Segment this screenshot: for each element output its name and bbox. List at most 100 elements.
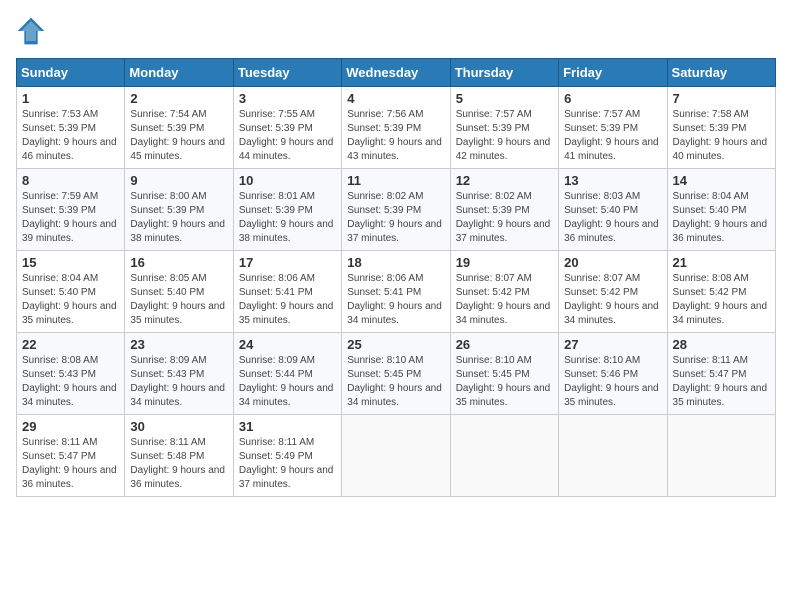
day-number: 22 xyxy=(22,337,119,352)
calendar-cell: 18 Sunrise: 8:06 AMSunset: 5:41 PMDayligh… xyxy=(342,251,450,333)
col-header-tuesday: Tuesday xyxy=(233,59,341,87)
calendar-cell: 3 Sunrise: 7:55 AMSunset: 5:39 PMDaylight… xyxy=(233,87,341,169)
day-number: 8 xyxy=(22,173,119,188)
week-row-1: 1Sunrise: 7:53 AMSunset: 5:39 PMDaylight… xyxy=(17,87,776,169)
calendar-cell: 17 Sunrise: 8:06 AMSunset: 5:41 PMDayligh… xyxy=(233,251,341,333)
logo xyxy=(16,16,50,46)
day-info: Sunrise: 8:10 AMSunset: 5:46 PMDaylight:… xyxy=(564,355,659,408)
calendar-table: SundayMondayTuesdayWednesdayThursdayFrid… xyxy=(16,58,776,497)
day-number: 25 xyxy=(347,337,444,352)
calendar-cell: 2 Sunrise: 7:54 AMSunset: 5:39 PMDaylight… xyxy=(125,87,233,169)
day-info: Sunrise: 8:06 AMSunset: 5:41 PMDaylight:… xyxy=(347,273,442,326)
calendar-cell: 4 Sunrise: 7:56 AMSunset: 5:39 PMDaylight… xyxy=(342,87,450,169)
calendar-cell: 13Sunrise: 8:03 AMSunset: 5:40 PMDayligh… xyxy=(559,169,667,251)
calendar-cell: 6 Sunrise: 7:57 AMSunset: 5:39 PMDaylight… xyxy=(559,87,667,169)
day-info: Sunrise: 8:10 AMSunset: 5:45 PMDaylight:… xyxy=(347,355,442,408)
day-number: 4 xyxy=(347,91,444,106)
calendar-cell xyxy=(559,415,667,497)
day-number: 12 xyxy=(456,173,553,188)
day-number: 21 xyxy=(673,255,770,270)
col-header-friday: Friday xyxy=(559,59,667,87)
day-info: Sunrise: 8:04 AMSunset: 5:40 PMDaylight:… xyxy=(673,191,768,244)
day-number: 17 xyxy=(239,255,336,270)
day-number: 30 xyxy=(130,419,227,434)
day-info: Sunrise: 7:58 AMSunset: 5:39 PMDaylight:… xyxy=(673,109,768,162)
logo-icon xyxy=(16,16,46,46)
day-info: Sunrise: 8:07 AMSunset: 5:42 PMDaylight:… xyxy=(456,273,551,326)
day-info: Sunrise: 8:08 AMSunset: 5:43 PMDaylight:… xyxy=(22,355,117,408)
calendar-cell: 5 Sunrise: 7:57 AMSunset: 5:39 PMDaylight… xyxy=(450,87,558,169)
calendar-cell xyxy=(450,415,558,497)
day-info: Sunrise: 8:09 AMSunset: 5:44 PMDaylight:… xyxy=(239,355,334,408)
week-row-3: 15 Sunrise: 8:04 AMSunset: 5:40 PMDayligh… xyxy=(17,251,776,333)
calendar-cell: 10 Sunrise: 8:01 AMSunset: 5:39 PMDayligh… xyxy=(233,169,341,251)
day-info: Sunrise: 8:09 AMSunset: 5:43 PMDaylight:… xyxy=(130,355,225,408)
day-number: 24 xyxy=(239,337,336,352)
day-info: Sunrise: 7:59 AMSunset: 5:39 PMDaylight:… xyxy=(22,191,117,244)
day-info: Sunrise: 7:55 AMSunset: 5:39 PMDaylight:… xyxy=(239,109,334,162)
calendar-cell: 31 Sunrise: 8:11 AMSunset: 5:49 PMDayligh… xyxy=(233,415,341,497)
day-info: Sunrise: 8:10 AMSunset: 5:45 PMDaylight:… xyxy=(456,355,551,408)
calendar-cell: 29Sunrise: 8:11 AMSunset: 5:47 PMDayligh… xyxy=(17,415,125,497)
calendar-cell: 20 Sunrise: 8:07 AMSunset: 5:42 PMDayligh… xyxy=(559,251,667,333)
page-header xyxy=(16,16,776,46)
day-number: 27 xyxy=(564,337,661,352)
day-info: Sunrise: 8:01 AMSunset: 5:39 PMDaylight:… xyxy=(239,191,334,244)
day-info: Sunrise: 8:11 AMSunset: 5:48 PMDaylight:… xyxy=(130,437,225,490)
day-info: Sunrise: 8:06 AMSunset: 5:41 PMDaylight:… xyxy=(239,273,334,326)
day-number: 23 xyxy=(130,337,227,352)
day-number: 19 xyxy=(456,255,553,270)
calendar-cell: 30 Sunrise: 8:11 AMSunset: 5:48 PMDayligh… xyxy=(125,415,233,497)
calendar-cell: 22 Sunrise: 8:08 AMSunset: 5:43 PMDayligh… xyxy=(17,333,125,415)
day-number: 15 xyxy=(22,255,119,270)
calendar-cell: 1Sunrise: 7:53 AMSunset: 5:39 PMDaylight… xyxy=(17,87,125,169)
col-header-monday: Monday xyxy=(125,59,233,87)
day-number: 28 xyxy=(673,337,770,352)
calendar-cell: 8 Sunrise: 7:59 AMSunset: 5:39 PMDaylight… xyxy=(17,169,125,251)
calendar-cell: 23 Sunrise: 8:09 AMSunset: 5:43 PMDayligh… xyxy=(125,333,233,415)
calendar-cell: 27 Sunrise: 8:10 AMSunset: 5:46 PMDayligh… xyxy=(559,333,667,415)
calendar-cell: 11 Sunrise: 8:02 AMSunset: 5:39 PMDayligh… xyxy=(342,169,450,251)
day-info: Sunrise: 7:56 AMSunset: 5:39 PMDaylight:… xyxy=(347,109,442,162)
calendar-cell: 26 Sunrise: 8:10 AMSunset: 5:45 PMDayligh… xyxy=(450,333,558,415)
calendar-cell: 21 Sunrise: 8:08 AMSunset: 5:42 PMDayligh… xyxy=(667,251,775,333)
day-info: Sunrise: 7:57 AMSunset: 5:39 PMDaylight:… xyxy=(564,109,659,162)
day-number: 31 xyxy=(239,419,336,434)
day-info: Sunrise: 8:04 AMSunset: 5:40 PMDaylight:… xyxy=(22,273,117,326)
day-number: 6 xyxy=(564,91,661,106)
day-number: 3 xyxy=(239,91,336,106)
day-number: 14 xyxy=(673,173,770,188)
day-number: 29 xyxy=(22,419,119,434)
day-number: 2 xyxy=(130,91,227,106)
day-number: 10 xyxy=(239,173,336,188)
day-info: Sunrise: 7:54 AMSunset: 5:39 PMDaylight:… xyxy=(130,109,225,162)
week-row-2: 8 Sunrise: 7:59 AMSunset: 5:39 PMDaylight… xyxy=(17,169,776,251)
day-info: Sunrise: 8:02 AMSunset: 5:39 PMDaylight:… xyxy=(347,191,442,244)
col-header-thursday: Thursday xyxy=(450,59,558,87)
day-info: Sunrise: 8:02 AMSunset: 5:39 PMDaylight:… xyxy=(456,191,551,244)
col-header-wednesday: Wednesday xyxy=(342,59,450,87)
day-info: Sunrise: 8:03 AMSunset: 5:40 PMDaylight:… xyxy=(564,191,659,244)
day-number: 11 xyxy=(347,173,444,188)
week-row-4: 22 Sunrise: 8:08 AMSunset: 5:43 PMDayligh… xyxy=(17,333,776,415)
day-number: 5 xyxy=(456,91,553,106)
day-info: Sunrise: 8:00 AMSunset: 5:39 PMDaylight:… xyxy=(130,191,225,244)
week-row-5: 29Sunrise: 8:11 AMSunset: 5:47 PMDayligh… xyxy=(17,415,776,497)
calendar-cell: 15 Sunrise: 8:04 AMSunset: 5:40 PMDayligh… xyxy=(17,251,125,333)
day-number: 9 xyxy=(130,173,227,188)
col-header-saturday: Saturday xyxy=(667,59,775,87)
day-number: 26 xyxy=(456,337,553,352)
day-number: 20 xyxy=(564,255,661,270)
calendar-cell xyxy=(342,415,450,497)
day-number: 18 xyxy=(347,255,444,270)
day-info: Sunrise: 8:05 AMSunset: 5:40 PMDaylight:… xyxy=(130,273,225,326)
day-info: Sunrise: 8:08 AMSunset: 5:42 PMDaylight:… xyxy=(673,273,768,326)
day-info: Sunrise: 8:07 AMSunset: 5:42 PMDaylight:… xyxy=(564,273,659,326)
col-header-sunday: Sunday xyxy=(17,59,125,87)
day-info: Sunrise: 8:11 AMSunset: 5:49 PMDaylight:… xyxy=(239,437,334,490)
calendar-cell xyxy=(667,415,775,497)
day-info: Sunrise: 7:57 AMSunset: 5:39 PMDaylight:… xyxy=(456,109,551,162)
day-number: 16 xyxy=(130,255,227,270)
calendar-cell: 7Sunrise: 7:58 AMSunset: 5:39 PMDaylight… xyxy=(667,87,775,169)
calendar-cell: 19 Sunrise: 8:07 AMSunset: 5:42 PMDayligh… xyxy=(450,251,558,333)
